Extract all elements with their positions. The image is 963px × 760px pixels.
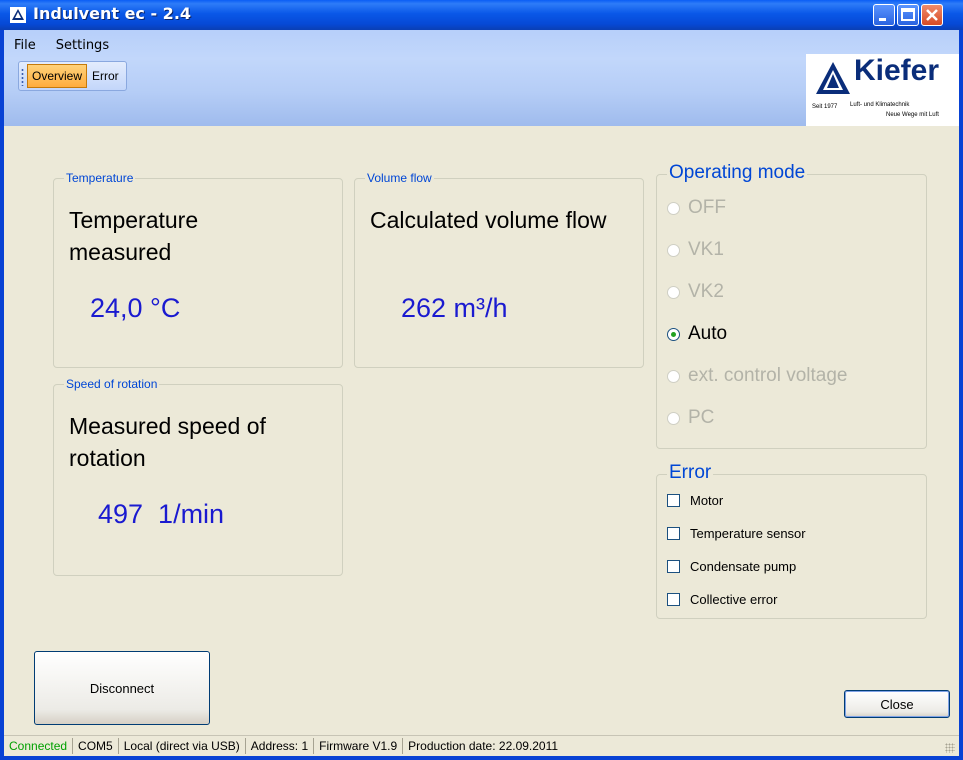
mode-ext-voltage-label: ext. control voltage — [688, 365, 848, 386]
temperature-label: Temperature measured — [69, 207, 199, 265]
radio-circle[interactable] — [667, 201, 680, 215]
temperature-group: Temperature Temperature measured 24,0 °C — [53, 171, 343, 368]
close-button[interactable]: Close — [844, 690, 950, 718]
temperature-value: 24,0 °C — [90, 293, 181, 323]
mode-vk2-label: VK2 — [688, 281, 724, 302]
error-temp-sensor-label: Temperature sensor — [690, 526, 806, 541]
status-mode: Local (direct via USB) — [119, 738, 246, 754]
status-production-date: Production date: 22.09.2011 — [408, 739, 559, 753]
menu-file[interactable]: File — [4, 38, 46, 53]
logo-slogan: Neue Wege mit Luft — [886, 112, 939, 118]
error-temp-sensor-checkbox[interactable]: Temperature sensor — [667, 526, 806, 541]
mode-off-radio[interactable]: OFF — [667, 197, 726, 219]
client-area: File Settings Overview Error Kiefer Seit… — [4, 30, 959, 756]
mode-vk1-radio[interactable]: VK1 — [667, 239, 724, 261]
disconnect-button[interactable]: Disconnect — [34, 651, 210, 725]
logo-wordmark: Kiefer — [854, 54, 940, 87]
mode-pc-radio[interactable]: PC — [667, 407, 714, 429]
app-window: Indulvent ec - 2.4 File Settings Overvie… — [0, 0, 963, 760]
minimize-icon — [879, 18, 886, 21]
resize-grip[interactable] — [945, 743, 955, 753]
status-bar: Connected COM5 Local (direct via USB) Ad… — [4, 735, 959, 756]
operating-mode-group: Operating mode OFF VK1 VK2 Auto ext. con… — [656, 162, 927, 449]
error-legend: Error — [667, 462, 714, 484]
radio-circle[interactable] — [667, 369, 680, 383]
error-motor-checkbox[interactable]: Motor — [667, 493, 723, 508]
tab-error[interactable]: Error — [87, 64, 124, 88]
status-address: Address: 1 — [246, 738, 315, 754]
speed-label: Measured speed of rotation — [69, 413, 266, 471]
menu-bar: File Settings — [4, 30, 804, 60]
mode-off-label: OFF — [688, 197, 726, 218]
kiefer-logo-icon — [816, 62, 850, 94]
mode-auto-label: Auto — [688, 323, 728, 344]
error-condensate-pump-checkbox[interactable]: Condensate pump — [667, 559, 796, 574]
speed-legend: Speed of rotation — [64, 377, 160, 391]
radio-circle[interactable] — [667, 243, 680, 257]
company-logo: Kiefer Seit 1977 Luft- und Klimatechnik … — [806, 54, 959, 126]
window-close-button[interactable] — [921, 4, 943, 26]
error-condensate-pump-label: Condensate pump — [690, 559, 797, 574]
speed-group: Speed of rotation Measured speed of rota… — [53, 377, 343, 576]
close-icon — [926, 9, 938, 21]
volume-flow-group: Volume flow Calculated volume flow 262 m… — [354, 171, 644, 368]
operating-mode-legend: Operating mode — [667, 162, 808, 184]
error-group: Error Motor Temperature sensor Condensat… — [656, 462, 927, 619]
error-collective-label: Collective error — [690, 592, 778, 607]
checkbox-box[interactable] — [667, 527, 680, 540]
tab-overview[interactable]: Overview — [27, 64, 88, 88]
status-connection: Connected — [4, 738, 74, 754]
logo-tagline: Luft- und Klimatechnik — [850, 102, 910, 108]
logo-since: Seit 1977 — [812, 104, 838, 110]
radio-circle-selected[interactable] — [667, 327, 680, 341]
error-collective-checkbox[interactable]: Collective error — [667, 592, 777, 607]
temperature-legend: Temperature — [64, 171, 136, 185]
speed-value: 497 1/min — [98, 499, 225, 529]
mode-pc-label: PC — [688, 407, 715, 428]
checkbox-box[interactable] — [667, 593, 680, 606]
mode-vk1-label: VK1 — [688, 239, 724, 260]
checkbox-box[interactable] — [667, 494, 680, 507]
title-bar[interactable]: Indulvent ec - 2.4 — [0, 0, 963, 30]
toolbar-grip[interactable] — [21, 68, 24, 86]
minimize-button[interactable] — [873, 4, 895, 26]
mode-ext-voltage-radio[interactable]: ext. control voltage — [667, 365, 847, 387]
status-firmware: Firmware V1.9 — [314, 738, 404, 754]
window-title: Indulvent ec - 2.4 — [33, 4, 192, 23]
volume-flow-legend: Volume flow — [365, 171, 434, 185]
mode-auto-radio[interactable]: Auto — [667, 323, 727, 345]
mode-vk2-radio[interactable]: VK2 — [667, 281, 724, 303]
maximize-button[interactable] — [897, 4, 919, 26]
radio-circle[interactable] — [667, 285, 680, 299]
view-tabstrip: Overview Error — [18, 61, 127, 91]
radio-circle[interactable] — [667, 411, 680, 425]
menu-settings[interactable]: Settings — [46, 38, 119, 53]
checkbox-box[interactable] — [667, 560, 680, 573]
status-port: COM5 — [73, 738, 119, 754]
volume-flow-label: Calculated volume flow — [370, 207, 607, 233]
maximize-icon — [901, 8, 915, 21]
error-motor-label: Motor — [690, 493, 724, 508]
volume-flow-value: 262 m³/h — [401, 293, 508, 323]
fan-logo-icon — [10, 7, 26, 23]
